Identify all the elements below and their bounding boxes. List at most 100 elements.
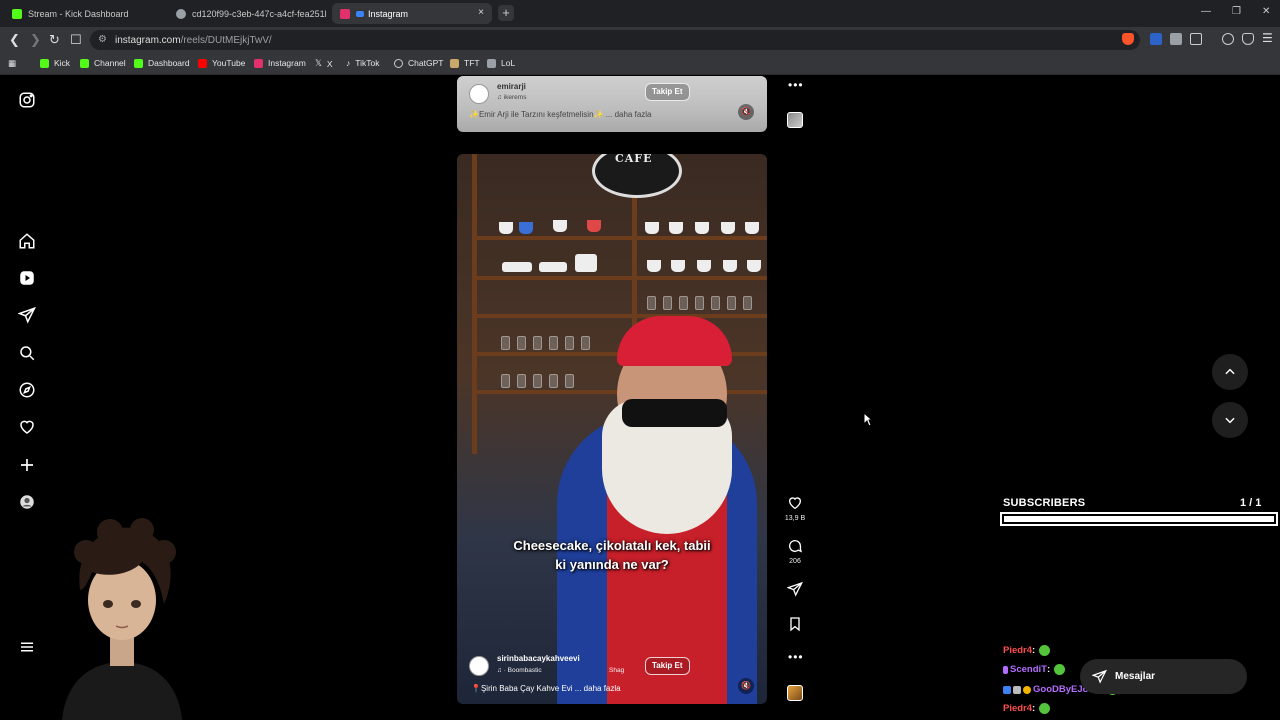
glass	[743, 296, 752, 310]
sidebar-icon[interactable]	[1190, 33, 1202, 45]
bookmark-tft[interactable]: TFT	[450, 58, 480, 68]
badge-icon	[1023, 685, 1031, 694]
audio-thumbnail[interactable]	[787, 112, 803, 128]
music-note-icon: ♫	[497, 667, 504, 674]
menu-icon[interactable]: ☰	[1262, 31, 1273, 45]
apps-icon[interactable]: ▦	[8, 58, 16, 69]
audio-thumbnail[interactable]	[787, 685, 803, 701]
streamer-avatar-illustration	[62, 518, 182, 720]
cafe-sign-text: CAFE	[615, 154, 653, 165]
more-options-icon[interactable]: •••	[788, 650, 804, 664]
plate	[502, 262, 532, 272]
explore-icon[interactable]	[18, 381, 36, 399]
url-text: instagram.com/reels/DUtMEjkjTwV/	[115, 35, 272, 46]
cup	[671, 260, 685, 272]
direct-messages-icon[interactable]	[17, 306, 36, 324]
bookmark-channel[interactable]: Channel	[80, 58, 126, 68]
cup	[723, 260, 737, 272]
reel-audio-text: · Boombastic	[503, 667, 542, 674]
reel-caption[interactable]: 📍Şirin Baba Çay Kahve Evi ... daha fazla	[471, 684, 621, 693]
mute-icon[interactable]: 🔇	[738, 678, 754, 694]
bookmark-x[interactable]: 𝕏X	[315, 58, 333, 69]
badge-icon	[1013, 685, 1021, 694]
reel-current[interactable]: CAFE Cheesecake, çikolatalı kek, tabii k…	[457, 154, 767, 704]
cup	[697, 260, 711, 272]
emote-icon	[1039, 645, 1051, 656]
tab-uuid-page[interactable]: cd120f99-c3eb-447c-a4cf-fea251b1	[168, 3, 326, 24]
bookmark-label: Instagram	[268, 58, 306, 68]
messages-button[interactable]: Mesajlar	[1080, 659, 1247, 694]
cup	[553, 220, 567, 232]
kick-icon	[134, 58, 143, 68]
brave-shield-icon[interactable]	[1122, 33, 1134, 45]
cup	[645, 222, 659, 234]
site-info-icon[interactable]: ⚙	[98, 34, 107, 45]
glass	[727, 296, 736, 310]
comment-icon[interactable]	[787, 538, 803, 559]
notifications-heart-icon[interactable]	[18, 418, 36, 436]
bookmark-kick[interactable]: Kick	[40, 58, 70, 68]
bookmark-label: YouTube	[212, 58, 246, 68]
reels-icon[interactable]	[18, 269, 36, 287]
glass	[711, 296, 720, 310]
previous-reel-button[interactable]	[1212, 354, 1248, 390]
reel-audio-text: ikerems	[503, 94, 527, 101]
bookmark-chatgpt[interactable]: ChatGPT	[394, 58, 443, 68]
mute-icon[interactable]: 🔇	[738, 104, 754, 120]
chat-message: Piedr4 :	[1003, 645, 1051, 656]
next-reel-button[interactable]	[1212, 402, 1248, 438]
tft-icon	[450, 58, 459, 68]
reload-icon[interactable]: ↻	[49, 32, 60, 48]
music-icon[interactable]	[1222, 33, 1234, 45]
reel-username[interactable]: sirinbabacaykahveevi	[497, 654, 580, 663]
like-heart-icon[interactable]	[787, 495, 803, 516]
profile-avatar-icon[interactable]	[18, 493, 36, 511]
forward-icon[interactable]: ❯	[30, 32, 41, 48]
tab-kick-dashboard[interactable]: Stream - Kick Dashboard	[4, 3, 162, 24]
kick-icon	[80, 58, 89, 68]
url-bar[interactable]: ⚙ instagram.com/reels/DUtMEjkjTwV/	[90, 30, 1140, 50]
tab-instagram[interactable]: Instagram ×	[332, 3, 492, 24]
bookmark-youtube[interactable]: YouTube	[198, 58, 245, 68]
chat-message: ScendiT :	[1003, 664, 1066, 675]
more-menu-icon[interactable]	[18, 638, 36, 656]
share-icon[interactable]	[786, 581, 803, 602]
follow-button[interactable]: Takip Et	[645, 83, 690, 101]
more-options-icon[interactable]: •••	[788, 78, 804, 92]
bookmark-label: Channel	[94, 58, 126, 68]
cup	[721, 222, 735, 234]
bookmark-icon[interactable]: ☐	[70, 32, 82, 48]
subscribers-progress-bar	[1000, 512, 1278, 526]
emote-icon	[1054, 664, 1066, 675]
new-tab-button[interactable]: +	[498, 5, 514, 21]
save-bookmark-icon[interactable]	[787, 616, 803, 637]
bookmark-lol[interactable]: LoL	[487, 58, 515, 68]
reel-audio[interactable]: ♫ · Boombastic	[497, 667, 542, 674]
bookmark-dashboard[interactable]: Dashboard	[134, 58, 190, 68]
address-toolbar: ❮ ❯ ↻ ☐ ⚙ instagram.com/reels/DUtMEjkjTw…	[0, 27, 1280, 53]
reel-previous[interactable]: emirarji ♫ ikerems Takip Et ✨Emir Arji i…	[457, 76, 767, 132]
back-icon[interactable]: ❮	[9, 32, 20, 48]
reel-caption[interactable]: ✨Emir Arji ile Tarzını keşfetmelisin✨ ..…	[469, 110, 652, 119]
home-icon[interactable]	[18, 232, 36, 250]
extension-icon[interactable]	[1150, 33, 1162, 45]
cup	[587, 220, 601, 232]
create-icon[interactable]	[18, 456, 36, 474]
close-window-icon[interactable]: ✕	[1262, 6, 1270, 17]
reel-audio[interactable]: ♫ ikerems	[497, 94, 526, 101]
reel-username[interactable]: emirarji	[497, 82, 526, 91]
messages-label: Mesajlar	[1115, 671, 1156, 682]
close-tab-icon[interactable]: ×	[478, 7, 484, 18]
instagram-logo-icon[interactable]	[18, 91, 36, 109]
puzzle-icon[interactable]	[1170, 33, 1182, 45]
cup	[519, 222, 533, 234]
restore-icon[interactable]: ❐	[1232, 6, 1241, 17]
follow-button[interactable]: Takip Et	[645, 657, 690, 675]
search-icon[interactable]	[18, 344, 36, 362]
bookmark-tiktok[interactable]: ♪ TikTok	[346, 58, 380, 68]
avatar[interactable]	[469, 84, 489, 104]
avatar[interactable]	[469, 656, 489, 676]
vpn-icon[interactable]	[1242, 33, 1254, 45]
minimize-icon[interactable]: —	[1201, 6, 1211, 17]
bookmark-instagram[interactable]: Instagram	[254, 58, 306, 68]
